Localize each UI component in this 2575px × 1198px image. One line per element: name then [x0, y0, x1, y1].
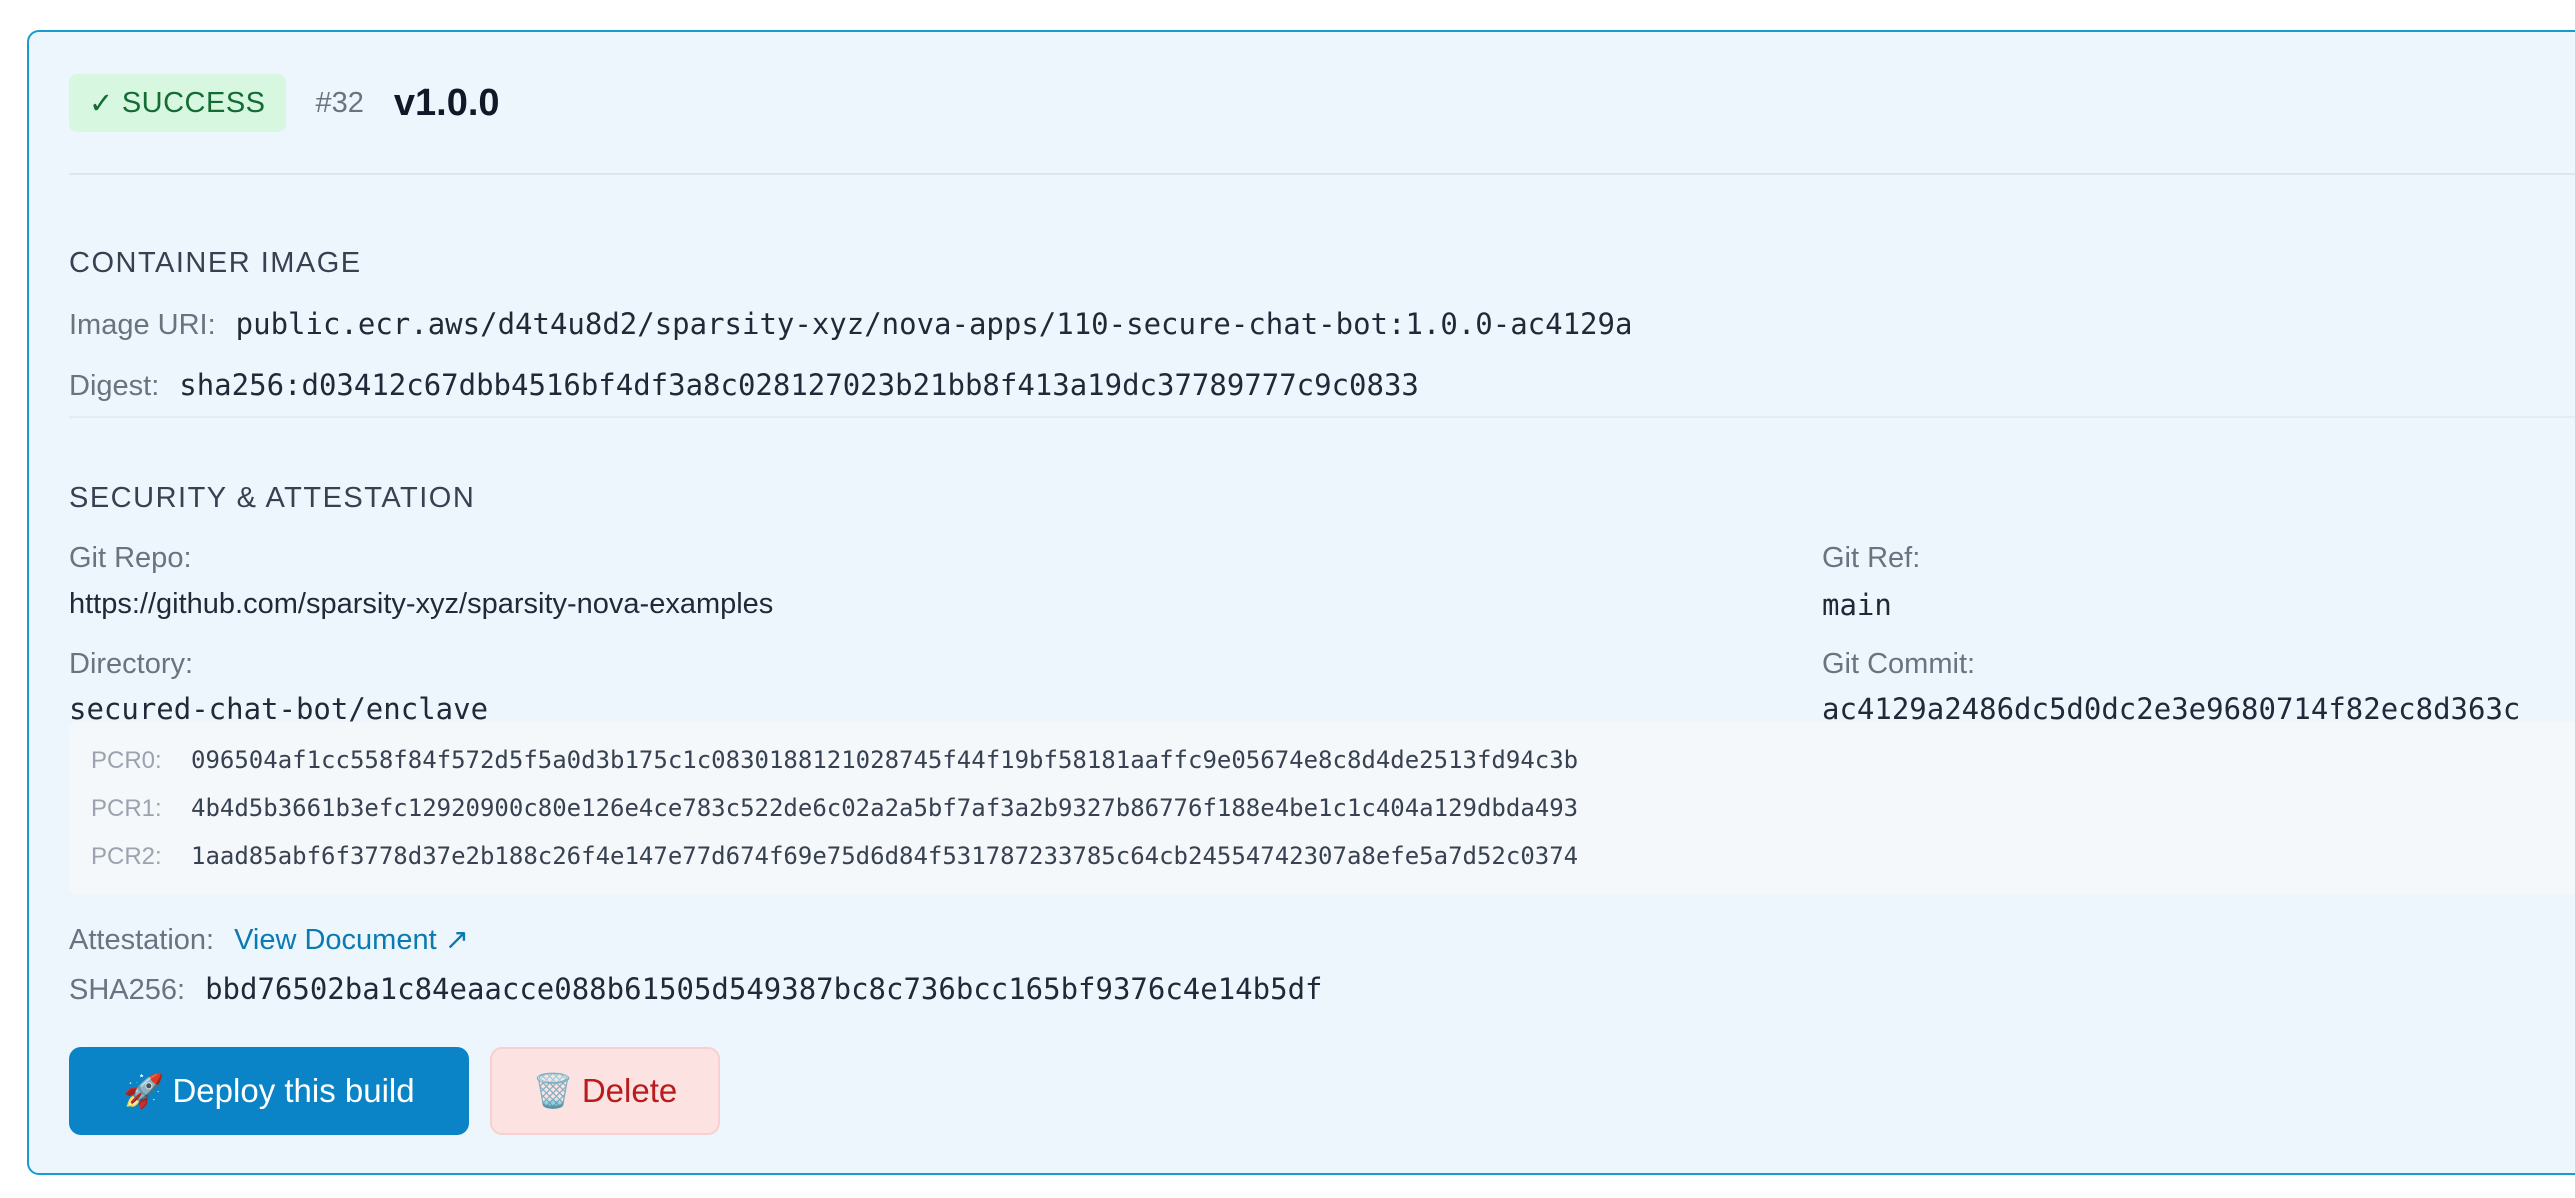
container-image-title: CONTAINER IMAGE [69, 247, 362, 279]
delete-label: Delete [581, 1072, 678, 1109]
digest-row: Digest: sha256:d03412c67dbb4516bf4df3a8c… [69, 368, 1419, 403]
pcr-value: 4b4d5b3661b3efc12920900c80e126e4ce783c52… [191, 794, 1579, 822]
rocket-icon: 🚀 [123, 1071, 165, 1109]
deploy-label: Deploy this build [172, 1072, 415, 1109]
git-ref-value: main [1822, 588, 1892, 622]
directory-label: Directory: [69, 648, 194, 680]
image-uri-value: public.ecr.aws/d4t4u8d2/sparsity-xyz/nov… [235, 307, 1633, 341]
pcr-panel: PCR0: 096504af1cc558f84f572d5f5a0d3b175c… [69, 722, 2575, 894]
trash-icon: 🗑️ [532, 1071, 574, 1109]
view-document-link[interactable]: View Document ↗ [234, 922, 469, 957]
sha256-row: SHA256: bbd76502ba1c84eaacce088b61505d54… [69, 972, 1322, 1007]
build-header: ✓ SUCCESS #32 v1.0.0 [69, 73, 500, 133]
status-label: SUCCESS [121, 86, 266, 119]
git-repo-value: https://github.com/sparsity-xyz/sparsity… [69, 588, 774, 620]
deploy-button[interactable]: 🚀 Deploy this build [69, 1047, 469, 1135]
pcr-value: 1aad85abf6f3778d37e2b188c26f4e147e77d674… [191, 842, 1579, 870]
digest-label: Digest: [69, 370, 160, 402]
pcr-row: PCR0: 096504af1cc558f84f572d5f5a0d3b175c… [91, 746, 1578, 775]
attestation-label: Attestation: [69, 924, 215, 956]
section-divider [69, 416, 2575, 418]
pcr-label: PCR2: [91, 843, 162, 870]
pcr-row: PCR1: 4b4d5b3661b3efc12920900c80e126e4ce… [91, 794, 1578, 823]
check-icon: ✓ [89, 87, 114, 120]
security-title: SECURITY & ATTESTATION [69, 482, 476, 514]
git-repo-label: Git Repo: [69, 542, 192, 574]
image-uri-row: Image URI: public.ecr.aws/d4t4u8d2/spars… [69, 307, 1632, 342]
git-commit-label: Git Commit: [1822, 648, 1976, 680]
delete-button[interactable]: 🗑️ Delete [490, 1047, 720, 1135]
header-divider [69, 173, 2575, 175]
attestation-row: Attestation: View Document ↗ [69, 922, 469, 957]
pcr-label: PCR1: [91, 795, 162, 822]
pcr-row: PCR2: 1aad85abf6f3778d37e2b188c26f4e147e… [91, 842, 1578, 871]
pcr-value: 096504af1cc558f84f572d5f5a0d3b175c1c0830… [191, 746, 1579, 774]
status-badge: ✓ SUCCESS [69, 74, 286, 132]
build-card: ✓ SUCCESS #32 v1.0.0 CONTAINER IMAGE Ima… [27, 30, 2575, 1175]
sha256-value: bbd76502ba1c84eaacce088b61505d549387bc8c… [205, 972, 1323, 1006]
build-version: v1.0.0 [393, 81, 500, 124]
build-number: #32 [315, 86, 364, 119]
git-commit-value: ac4129a2486dc5d0dc2e3e9680714f82ec8d363c [1822, 692, 2521, 726]
directory-value: secured-chat-bot/enclave [69, 692, 489, 726]
digest-value: sha256:d03412c67dbb4516bf4df3a8c02812702… [179, 368, 1419, 402]
git-ref-label: Git Ref: [1822, 542, 1921, 574]
sha256-label: SHA256: [69, 974, 186, 1006]
pcr-label: PCR0: [91, 747, 162, 774]
image-uri-label: Image URI: [69, 309, 216, 341]
